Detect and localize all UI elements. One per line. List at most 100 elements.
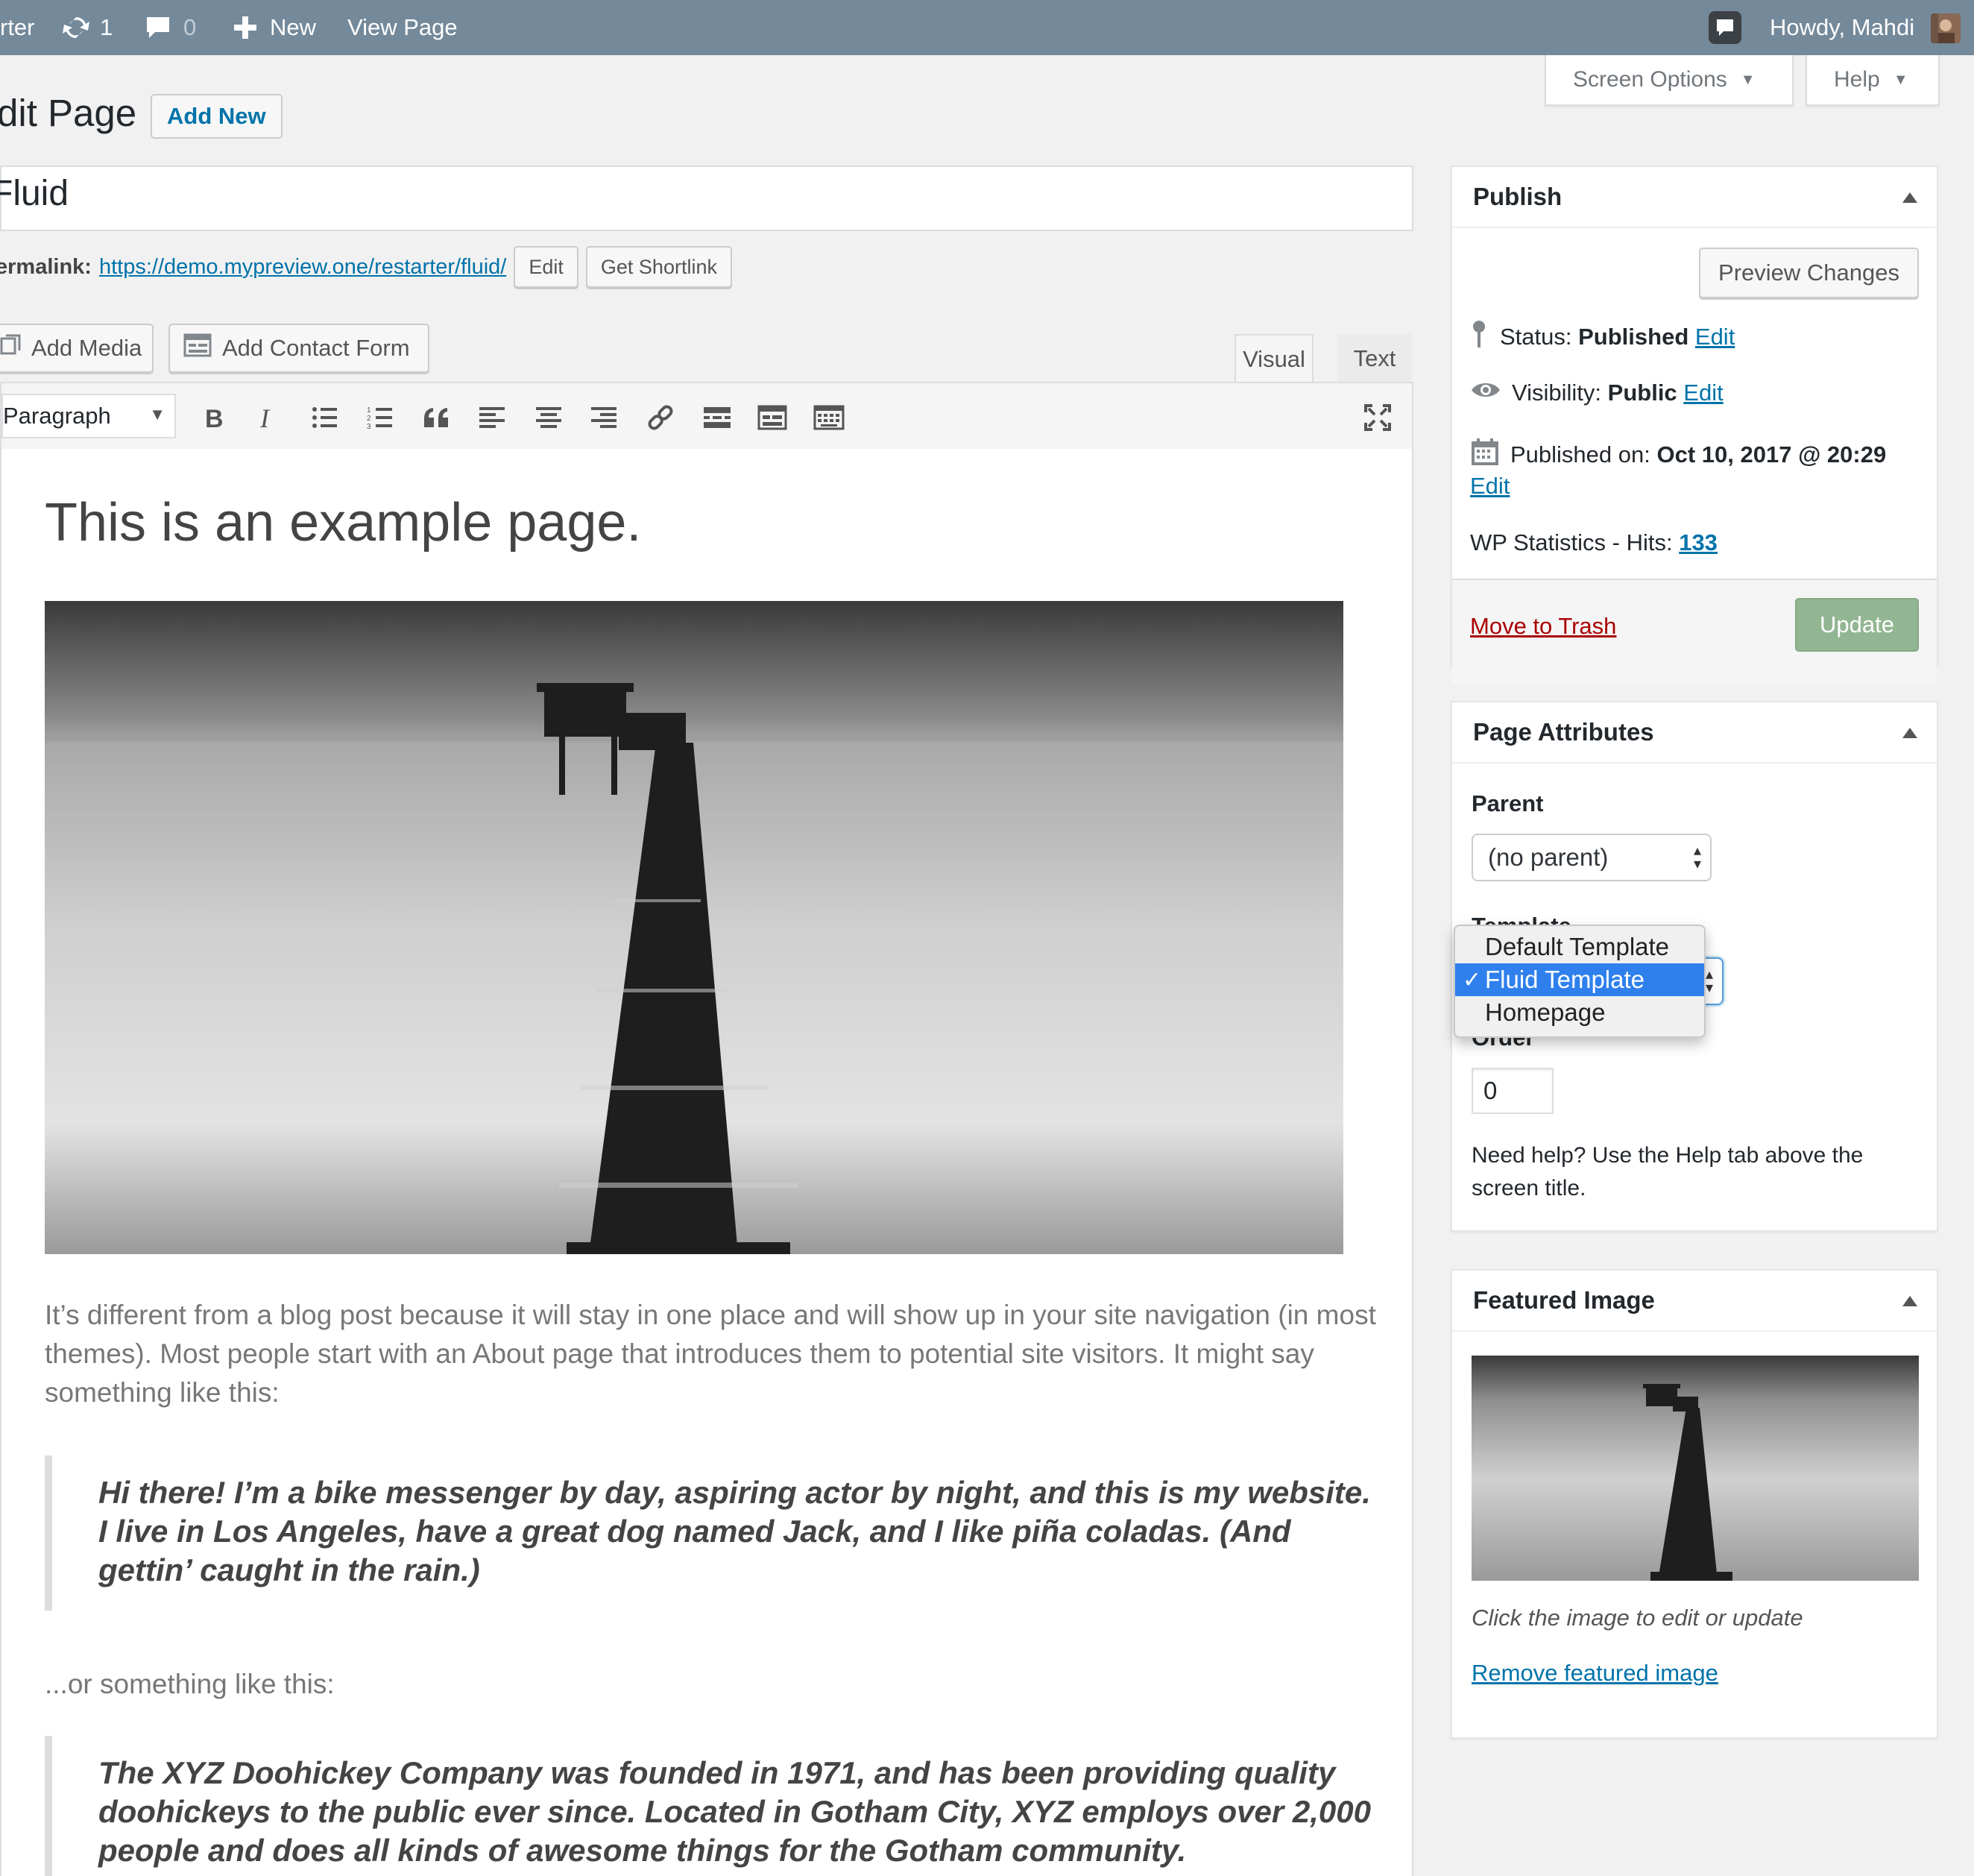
numbered-list-button[interactable]: 123 bbox=[364, 401, 397, 434]
distraction-free-button[interactable] bbox=[1361, 401, 1394, 434]
template-option-label: Homepage bbox=[1485, 998, 1606, 1026]
template-option-default[interactable]: Default Template bbox=[1455, 931, 1704, 963]
update-button[interactable]: Update bbox=[1795, 598, 1919, 652]
page-attributes-title: Page Attributes bbox=[1473, 718, 1654, 746]
status-value: Published bbox=[1578, 324, 1689, 350]
pier-image[interactable] bbox=[45, 601, 1343, 1254]
published-on-value: Oct 10, 2017 @ 20:29 bbox=[1656, 441, 1887, 468]
permalink-label: ermalink: bbox=[0, 254, 92, 279]
remove-featured-image-link[interactable]: Remove featured image bbox=[1472, 1660, 1718, 1687]
wp-statistics-row: WP Statistics - Hits: 133 bbox=[1470, 529, 1718, 556]
preview-changes-button[interactable]: Preview Changes bbox=[1699, 248, 1919, 298]
edit-status-link[interactable]: Edit bbox=[1695, 324, 1735, 350]
comments-link[interactable]: 0 bbox=[145, 0, 196, 55]
bold-icon: B bbox=[205, 405, 224, 430]
featured-image-thumbnail[interactable] bbox=[1472, 1356, 1919, 1581]
title-field[interactable]: Fluid bbox=[0, 166, 1413, 231]
align-right-icon bbox=[591, 407, 617, 428]
toolbar-toggle-button[interactable] bbox=[813, 401, 845, 434]
screen-options-tab[interactable]: Screen Options ▼ bbox=[1545, 55, 1794, 106]
template-dropdown-menu[interactable]: Default Template ✓ Fluid Template Homepa… bbox=[1454, 925, 1706, 1038]
status-row: Status: Published Edit bbox=[1470, 319, 1735, 355]
publish-box: Publish Preview Changes Status: Publishe… bbox=[1451, 166, 1938, 684]
notifications-button[interactable] bbox=[1707, 0, 1743, 55]
format-select[interactable]: Paragraph ▼ bbox=[1, 394, 176, 438]
italic-button[interactable]: I bbox=[250, 401, 283, 434]
svg-text:3: 3 bbox=[367, 423, 371, 430]
align-left-icon bbox=[479, 407, 505, 428]
notification-icon bbox=[1707, 10, 1743, 45]
keyboard-icon bbox=[813, 405, 845, 430]
edit-date-link[interactable]: Edit bbox=[1470, 473, 1510, 500]
avatar[interactable] bbox=[1931, 13, 1961, 43]
template-option-fluid[interactable]: ✓ Fluid Template bbox=[1455, 963, 1704, 996]
page-title: dit Page bbox=[0, 92, 137, 134]
order-input[interactable]: 0 bbox=[1472, 1068, 1554, 1114]
align-center-icon bbox=[536, 407, 561, 428]
align-right-button[interactable] bbox=[587, 401, 620, 434]
featured-image-header[interactable]: Featured Image bbox=[1452, 1271, 1937, 1332]
help-tab[interactable]: Help ▼ bbox=[1806, 55, 1940, 106]
calendar-icon bbox=[1470, 437, 1500, 473]
get-shortlink-button[interactable]: Get Shortlink bbox=[585, 246, 732, 288]
collapse-arrow-icon[interactable] bbox=[1902, 728, 1917, 738]
published-on-label: Published on: bbox=[1510, 441, 1650, 468]
format-select-value: Paragraph bbox=[3, 403, 111, 429]
visibility-row: Visibility: Public Edit bbox=[1470, 379, 1724, 407]
view-page-link[interactable]: View Page bbox=[347, 0, 458, 55]
collapse-arrow-icon[interactable] bbox=[1902, 1296, 1917, 1306]
publish-box-header[interactable]: Publish bbox=[1452, 167, 1937, 228]
help-label: Help bbox=[1834, 67, 1880, 92]
updates-count: 1 bbox=[100, 14, 113, 40]
updates-link[interactable]: 1 bbox=[61, 0, 113, 55]
move-to-trash-link[interactable]: Move to Trash bbox=[1470, 613, 1616, 640]
content-or-text: ...or something like this: bbox=[45, 1669, 335, 1699]
link-icon bbox=[648, 405, 673, 430]
template-option-homepage[interactable]: Homepage bbox=[1455, 996, 1704, 1029]
add-contact-form-button[interactable]: Add Contact Form bbox=[168, 324, 429, 373]
checkmark-icon: ✓ bbox=[1463, 967, 1482, 992]
plus-icon bbox=[233, 15, 258, 40]
updates-icon bbox=[61, 13, 91, 43]
new-label: New bbox=[270, 14, 317, 40]
add-contact-form-label: Add Contact Form bbox=[222, 335, 410, 361]
edit-visibility-link[interactable]: Edit bbox=[1683, 380, 1723, 406]
form-button[interactable] bbox=[756, 401, 789, 434]
comment-icon bbox=[145, 14, 171, 41]
new-content-link[interactable]: New bbox=[233, 0, 316, 55]
blockquote-button[interactable] bbox=[420, 401, 453, 434]
stats-hits-link[interactable]: 133 bbox=[1679, 529, 1718, 556]
blockquote-2: The XYZ Doohickey Company was founded in… bbox=[45, 1736, 1387, 1876]
help-text: Need help? Use the Help tab above the sc… bbox=[1472, 1143, 1864, 1200]
site-name-link[interactable]: rter bbox=[0, 0, 35, 55]
read-more-button[interactable] bbox=[701, 401, 734, 434]
align-center-button[interactable] bbox=[532, 401, 565, 434]
featured-image-box: Featured Image Click the image to edit o… bbox=[1451, 1269, 1938, 1739]
content-paragraph: It’s different from a blog post because … bbox=[45, 1300, 1376, 1408]
edit-permalink-button[interactable]: Edit bbox=[514, 246, 578, 288]
collapse-arrow-icon[interactable] bbox=[1902, 192, 1917, 203]
bold-button[interactable]: B bbox=[197, 401, 230, 434]
insert-link-button[interactable] bbox=[644, 401, 677, 434]
comments-count: 0 bbox=[183, 14, 197, 40]
publish-title: Publish bbox=[1473, 183, 1563, 210]
page-attributes-header[interactable]: Page Attributes bbox=[1452, 702, 1937, 764]
howdy-user[interactable]: Howdy, Mahdi bbox=[1770, 0, 1914, 55]
stats-label: WP Statistics - Hits: bbox=[1470, 529, 1673, 555]
align-left-button[interactable] bbox=[476, 401, 508, 434]
caret-down-icon: ▼ bbox=[1740, 71, 1756, 88]
tab-visual[interactable]: Visual bbox=[1234, 334, 1314, 383]
content-heading: This is an example page. bbox=[45, 493, 642, 553]
add-new-button[interactable]: Add New bbox=[151, 94, 283, 139]
permalink-url[interactable]: https://demo.mypreview.one/restarter/flu… bbox=[99, 255, 506, 280]
tab-text[interactable]: Text bbox=[1337, 334, 1412, 383]
eye-icon bbox=[1470, 379, 1501, 407]
editor-content[interactable]: This is an example page. It’s different … bbox=[0, 449, 1413, 1876]
title-input[interactable]: Fluid bbox=[0, 173, 69, 214]
form-icon bbox=[757, 405, 787, 430]
add-media-button[interactable]: Add Media bbox=[0, 324, 154, 373]
svg-text:I: I bbox=[259, 405, 271, 430]
bulleted-list-button[interactable] bbox=[309, 401, 341, 434]
parent-select[interactable]: (no parent) ▴ ▾ bbox=[1472, 834, 1712, 881]
bulleted-list-icon bbox=[312, 407, 337, 428]
